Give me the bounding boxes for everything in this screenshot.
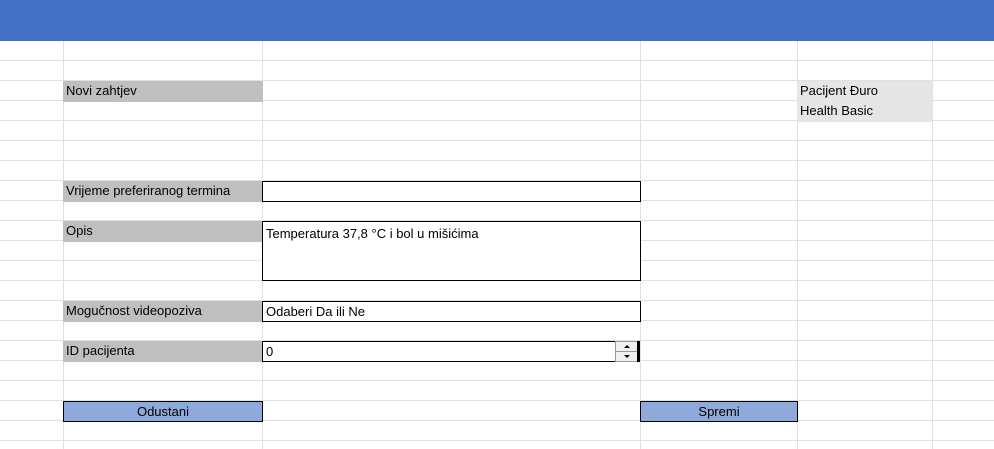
- patient-name: Pacijent Đuro: [797, 81, 932, 102]
- header-bar: [0, 0, 994, 41]
- form-title: Novi zahtjev: [63, 81, 263, 102]
- video-call-select[interactable]: Odaberi Da ili Ne: [262, 301, 641, 322]
- spinner-down-arrow-icon[interactable]: [616, 352, 638, 361]
- spinner-up-arrow-icon[interactable]: [616, 342, 638, 352]
- video-call-label: Mogučnost videopoziva: [63, 301, 263, 322]
- preferred-time-input[interactable]: [262, 181, 641, 202]
- selection-edge: [637, 341, 640, 362]
- patient-id-label: ID pacijenta: [63, 341, 263, 362]
- patient-plan: Health Basic: [797, 101, 932, 122]
- description-label: Opis: [63, 221, 263, 242]
- patient-id-input[interactable]: 0: [262, 341, 616, 362]
- cancel-button[interactable]: Odustani: [63, 401, 263, 422]
- save-button[interactable]: Spremi: [640, 401, 798, 422]
- description-textarea[interactable]: Temperatura 37,8 °C i bol u mišićima: [262, 221, 641, 281]
- preferred-time-label: Vrijeme preferiranog termina: [63, 181, 263, 202]
- patient-id-spinner[interactable]: [615, 341, 639, 362]
